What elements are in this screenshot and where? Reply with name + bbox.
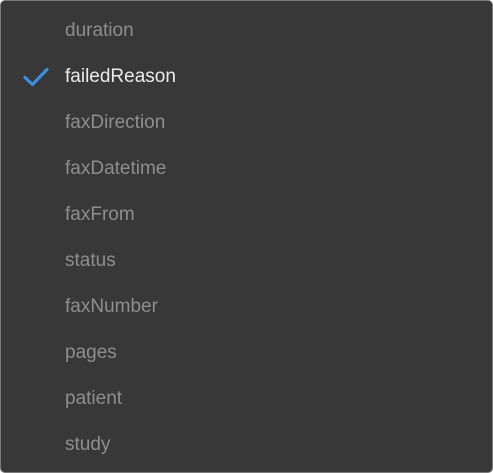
option-label: faxDirection: [65, 112, 166, 133]
option-label: faxDatetime: [65, 158, 167, 179]
option-patient[interactable]: patient: [1, 376, 492, 422]
option-label: patient: [65, 388, 123, 409]
option-label: duration: [65, 20, 134, 41]
checkmark-icon: [23, 67, 49, 87]
option-label: study: [65, 434, 111, 455]
option-label: pages: [65, 342, 117, 363]
option-label: status: [65, 250, 116, 271]
column-select-dropdown: duration failedReason faxDirection faxDa…: [0, 0, 493, 473]
option-failedReason[interactable]: failedReason: [1, 54, 492, 100]
option-study[interactable]: study: [1, 422, 492, 468]
option-faxFrom[interactable]: faxFrom: [1, 192, 492, 238]
option-faxDirection[interactable]: faxDirection: [1, 100, 492, 146]
option-label: faxNumber: [65, 296, 158, 317]
option-pages[interactable]: pages: [1, 330, 492, 376]
option-duration[interactable]: duration: [1, 8, 492, 54]
option-faxNumber[interactable]: faxNumber: [1, 284, 492, 330]
option-status[interactable]: status: [1, 238, 492, 284]
option-faxDatetime[interactable]: faxDatetime: [1, 146, 492, 192]
option-label: faxFrom: [65, 204, 135, 225]
option-list: duration failedReason faxDirection faxDa…: [1, 1, 492, 468]
option-label: failedReason: [65, 66, 176, 87]
